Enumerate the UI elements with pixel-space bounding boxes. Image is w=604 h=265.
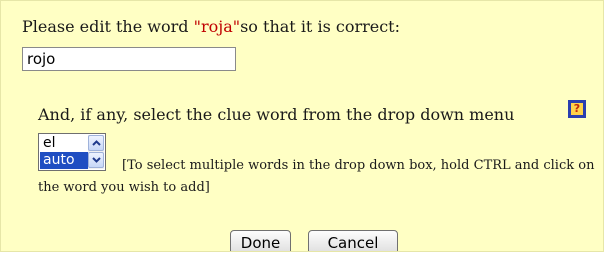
target-word: "roja" — [193, 17, 241, 36]
clue-option-el[interactable]: el — [40, 135, 88, 152]
scroll-up-button[interactable] — [88, 135, 104, 151]
multi-select-instructions: [To select multiple words in the drop do… — [38, 158, 595, 195]
answer-input[interactable] — [22, 47, 236, 71]
edit-prompt: Please edit the word "roja"so that it is… — [22, 17, 400, 36]
help-icon[interactable]: ? — [568, 100, 586, 118]
cancel-button[interactable]: Cancel — [308, 230, 398, 251]
scroll-up-icon — [92, 140, 101, 146]
clue-prompt: And, if any, select the clue word from t… — [38, 105, 515, 124]
done-button[interactable]: Done — [230, 230, 291, 251]
edit-prompt-suffix: so that it is correct: — [240, 17, 400, 36]
exercise-panel: Please edit the word "roja"so that it is… — [0, 0, 604, 252]
edit-prompt-text: Please edit the word — [22, 17, 194, 36]
